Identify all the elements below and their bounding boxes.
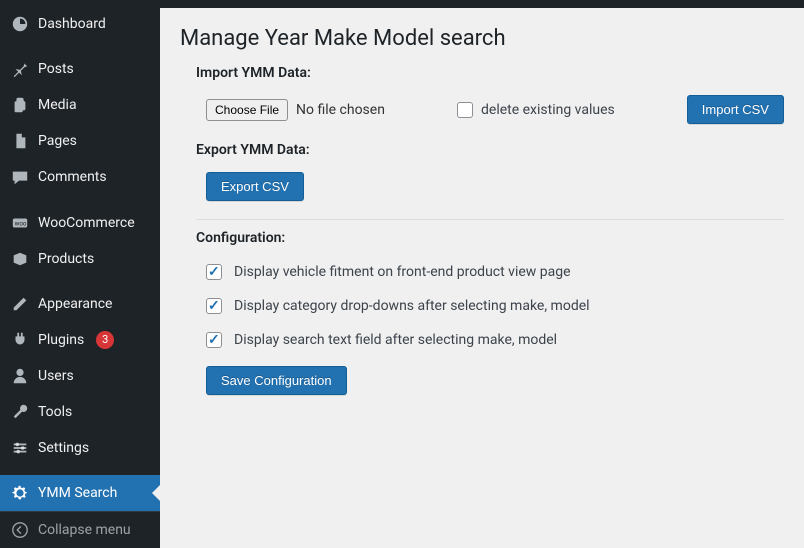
collapse-icon	[10, 520, 30, 540]
pin-icon	[10, 59, 30, 79]
config-item-search-text: Display search text field after selectin…	[206, 332, 784, 348]
sidebar-item-dashboard[interactable]: Dashboard	[0, 6, 160, 42]
import-row: Choose File No file chosen delete existi…	[206, 95, 784, 124]
sidebar-item-label: Dashboard	[38, 16, 106, 32]
config-item-category-dropdowns: Display category drop-downs after select…	[206, 298, 784, 314]
config-label: Display vehicle fitment on front-end pro…	[234, 264, 571, 280]
sidebar-item-label: YMM Search	[38, 485, 117, 501]
save-configuration-button[interactable]: Save Configuration	[206, 366, 347, 395]
woocommerce-icon: woo	[10, 213, 30, 233]
sidebar-item-plugins[interactable]: Plugins 3	[0, 322, 160, 358]
comments-icon	[10, 167, 30, 187]
media-icon	[10, 95, 30, 115]
gear-icon	[10, 483, 30, 503]
sidebar-item-ymm-search[interactable]: YMM Search	[0, 475, 160, 511]
sidebar-item-tools[interactable]: Tools	[0, 394, 160, 430]
sidebar-item-users[interactable]: Users	[0, 358, 160, 394]
appearance-icon	[10, 294, 30, 314]
sidebar-item-label: Users	[38, 368, 74, 384]
dashboard-icon	[10, 14, 30, 34]
config-list: Display vehicle fitment on front-end pro…	[206, 264, 784, 348]
divider	[196, 219, 784, 220]
import-csv-button[interactable]: Import CSV	[687, 95, 784, 124]
sidebar-item-label: Plugins	[38, 332, 84, 348]
sidebar-item-label: Tools	[38, 404, 72, 420]
import-section-label: Import YMM Data:	[196, 65, 784, 81]
sidebar-item-settings[interactable]: Settings	[0, 430, 160, 466]
sidebar-item-label: Products	[38, 251, 94, 267]
config-checkbox-fitment[interactable]	[206, 264, 222, 280]
delete-existing-group: delete existing values	[457, 102, 615, 118]
products-icon	[10, 249, 30, 269]
sidebar-item-products[interactable]: Products	[0, 241, 160, 277]
delete-existing-checkbox[interactable]	[457, 102, 473, 118]
sidebar-collapse[interactable]: Collapse menu	[0, 511, 160, 548]
admin-sidebar: Dashboard Posts Media Pages Comments woo…	[0, 0, 160, 548]
page-title: Manage Year Make Model search	[180, 26, 784, 51]
file-input-group: Choose File No file chosen	[206, 99, 385, 121]
config-section-label: Configuration:	[196, 230, 784, 246]
config-label: Display search text field after selectin…	[234, 332, 557, 348]
svg-text:woo: woo	[15, 219, 27, 227]
settings-icon	[10, 438, 30, 458]
sidebar-item-appearance[interactable]: Appearance	[0, 286, 160, 322]
config-checkbox-category-dropdowns[interactable]	[206, 298, 222, 314]
plugins-icon	[10, 330, 30, 350]
tools-icon	[10, 402, 30, 422]
config-checkbox-search-text[interactable]	[206, 332, 222, 348]
file-status-text: No file chosen	[296, 102, 385, 118]
sidebar-item-pages[interactable]: Pages	[0, 123, 160, 159]
config-item-fitment: Display vehicle fitment on front-end pro…	[206, 264, 784, 280]
sidebar-item-label: Media	[38, 97, 77, 113]
plugins-update-badge: 3	[96, 331, 114, 349]
main-panel: Manage Year Make Model search Import YMM…	[160, 0, 804, 548]
sidebar-item-label: Appearance	[38, 296, 112, 312]
sidebar-item-label: Pages	[38, 133, 77, 149]
sidebar-item-label: Posts	[38, 61, 74, 77]
sidebar-item-label: Comments	[38, 169, 107, 185]
pages-icon	[10, 131, 30, 151]
config-label: Display category drop-downs after select…	[234, 298, 590, 314]
sidebar-item-posts[interactable]: Posts	[0, 51, 160, 87]
admin-topbar	[160, 0, 804, 8]
sidebar-item-woocommerce[interactable]: woo WooCommerce	[0, 205, 160, 241]
delete-existing-label: delete existing values	[481, 102, 615, 118]
users-icon	[10, 366, 30, 386]
choose-file-button[interactable]: Choose File	[206, 99, 288, 121]
sidebar-item-label: Collapse menu	[38, 522, 131, 538]
export-csv-button[interactable]: Export CSV	[206, 172, 304, 201]
export-section-label: Export YMM Data:	[196, 142, 784, 158]
sidebar-item-comments[interactable]: Comments	[0, 159, 160, 195]
sidebar-item-media[interactable]: Media	[0, 87, 160, 123]
sidebar-item-label: WooCommerce	[38, 215, 135, 231]
sidebar-item-label: Settings	[38, 440, 89, 456]
